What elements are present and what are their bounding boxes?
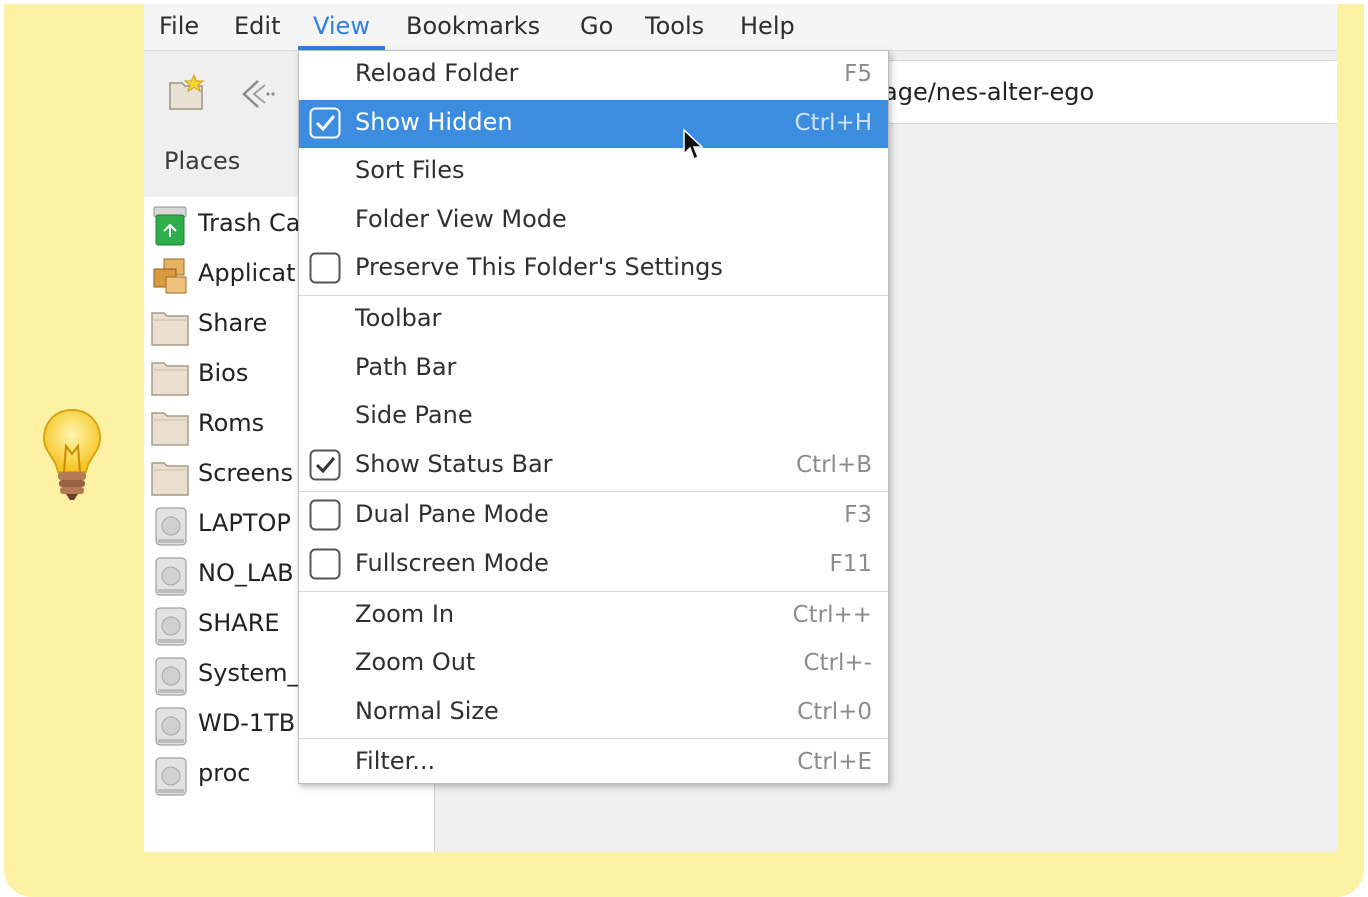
menu-item-label: Reload Folder: [355, 59, 519, 87]
drive-icon: [150, 755, 190, 797]
menu-item-shortcut: Ctrl+B: [796, 451, 872, 478]
menu-item-shortcut: Ctrl++: [792, 601, 872, 628]
menu-item-shortcut: Ctrl+H: [794, 109, 873, 136]
menu-item-label: Zoom In: [355, 599, 455, 628]
sidebar-item-label: Share: [198, 309, 268, 337]
back-icon[interactable]: [240, 77, 276, 111]
drive-icon: [150, 555, 190, 597]
menu-item-path-bar[interactable]: Path Bar: [299, 345, 888, 393]
menu-edit[interactable]: Edit: [219, 4, 295, 50]
menu-view[interactable]: View: [298, 4, 385, 50]
menu-item-label: Filter...: [355, 747, 436, 776]
menu-item-filter[interactable]: Filter... Ctrl+E: [299, 739, 888, 787]
checkbox-unchecked-icon[interactable]: [309, 252, 341, 284]
menu-item-side-pane[interactable]: Side Pane: [299, 393, 888, 441]
sidebar-item-label: Applicat: [198, 259, 296, 287]
drive-icon: [150, 605, 190, 647]
checkbox-unchecked-icon[interactable]: [309, 548, 341, 580]
menu-item-label: Folder View Mode: [355, 204, 567, 233]
menu-item-sort-files[interactable]: Sort Files: [299, 148, 888, 196]
menu-item-shortcut: Ctrl+0: [797, 698, 872, 725]
sidebar-item-label: SHARE: [198, 609, 280, 637]
sidebar-item-label: Bios: [198, 359, 249, 387]
applications-icon: [150, 255, 190, 297]
sidebar-item-label: System_: [198, 659, 300, 687]
checkbox-checked-icon[interactable]: [309, 449, 341, 481]
menu-item-label: Sort Files: [355, 156, 465, 185]
folder-icon: [150, 405, 190, 447]
path-input[interactable]: age/nes-alter-ego: [844, 60, 1337, 124]
menu-item-shortcut: F5: [844, 61, 872, 87]
menu-tools[interactable]: Tools: [630, 4, 719, 50]
menu-item-preserve-this-folder-s-settings[interactable]: Preserve This Folder's Settings: [299, 245, 888, 293]
menu-item-reload-folder[interactable]: Reload Folder F5: [299, 51, 888, 99]
menu-item-label: Dual Pane Mode: [355, 500, 549, 529]
menu-item-show-status-bar[interactable]: Show Status Bar Ctrl+B: [299, 442, 888, 490]
menu-item-label: Toolbar: [355, 304, 442, 332]
sidebar-item-label: Roms: [198, 409, 265, 437]
places-header: Places: [164, 147, 241, 175]
folder-icon: [150, 355, 190, 397]
drive-icon: [150, 505, 190, 547]
checkbox-checked-icon[interactable]: [309, 107, 341, 139]
menu-bookmarks[interactable]: Bookmarks: [391, 4, 555, 50]
menu-item-show-hidden[interactable]: Show Hidden Ctrl+H: [299, 99, 888, 148]
drive-icon: [150, 705, 190, 747]
sidebar-item-label: Screens: [198, 459, 294, 487]
mouse-cursor-icon: [683, 128, 704, 161]
lightbulb-icon: [42, 408, 102, 500]
menu-item-label: Path Bar: [355, 352, 457, 381]
menu-item-label: Fullscreen Mode: [355, 549, 549, 577]
view-menu-dropdown: Reload Folder F5 Show Hidden Ctrl+H Sort Fil…: [298, 50, 889, 784]
sidebar-item-label: NO_LAB: [198, 559, 294, 587]
menu-item-folder-view-mode[interactable]: Folder View Mode: [299, 197, 888, 245]
menu-item-label: Show Status Bar: [355, 449, 553, 478]
sidebar-item-label: LAPTOP: [198, 509, 291, 537]
menu-item-toolbar[interactable]: Toolbar: [299, 296, 888, 344]
folder-icon: [150, 455, 190, 497]
menu-file[interactable]: File: [144, 4, 214, 50]
menu-help[interactable]: Help: [725, 4, 810, 50]
checkbox-unchecked-icon[interactable]: [309, 499, 341, 531]
drive-icon: [150, 655, 190, 697]
sidebar-item-label: proc: [198, 759, 251, 787]
sidebar-item-label: Trash Ca: [198, 209, 301, 237]
menu-item-dual-pane-mode[interactable]: Dual Pane Mode F3: [299, 492, 888, 540]
menu-go[interactable]: Go: [565, 4, 628, 50]
menu-item-label: Show Hidden: [355, 107, 513, 136]
trash-icon: [150, 205, 190, 247]
menu-item-label: Preserve This Folder's Settings: [355, 253, 723, 282]
menu-item-shortcut: F11: [829, 551, 873, 577]
menu-item-fullscreen-mode[interactable]: Fullscreen Mode F11: [299, 541, 888, 589]
menu-item-shortcut: F3: [844, 502, 872, 529]
menu-item-label: Side Pane: [355, 401, 473, 430]
menu-item-zoom-out[interactable]: Zoom Out Ctrl+-: [299, 640, 888, 688]
menu-item-shortcut: Ctrl+E: [797, 749, 872, 776]
sidebar-item-label: WD-1TB: [198, 709, 296, 737]
folder-icon: [150, 305, 190, 347]
new-tab-icon[interactable]: [166, 73, 206, 113]
menu-item-zoom-in[interactable]: Zoom In Ctrl++: [299, 592, 888, 640]
menu-item-label: Normal Size: [355, 696, 499, 725]
menu-item-normal-size[interactable]: Normal Size Ctrl+0: [299, 689, 888, 737]
menu-item-shortcut: Ctrl+-: [803, 650, 873, 677]
menu-item-label: Zoom Out: [355, 648, 476, 677]
menubar: File Edit View Bookmarks Go Tools Help: [144, 4, 1337, 51]
